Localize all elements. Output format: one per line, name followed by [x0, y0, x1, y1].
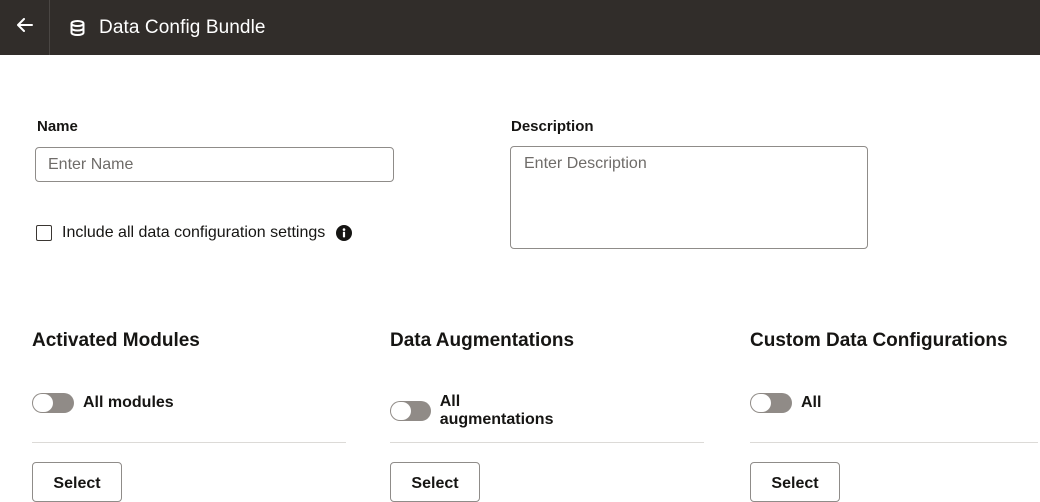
section-title: Custom Data Configurations — [750, 330, 1008, 351]
name-label: Name — [37, 118, 78, 135]
all-modules-toggle[interactable] — [32, 393, 74, 413]
name-input[interactable] — [35, 147, 394, 182]
all-augmentations-toggle[interactable] — [390, 401, 431, 421]
database-icon — [70, 19, 85, 36]
section-title: Activated Modules — [32, 330, 200, 351]
all-custom-label: All — [801, 394, 822, 411]
include-all-checkbox[interactable] — [36, 225, 52, 241]
all-modules-toggle-row: All modules — [32, 393, 174, 413]
description-label: Description — [511, 118, 594, 135]
all-modules-label: All modules — [83, 394, 174, 411]
section-title: Data Augmentations — [390, 330, 575, 351]
select-augmentations-button[interactable]: Select — [390, 462, 480, 502]
info-icon[interactable] — [336, 225, 353, 241]
all-augmentations-toggle-row: All augmentations — [390, 393, 574, 429]
include-all-label[interactable]: Include all data configuration settings — [62, 224, 325, 242]
divider — [750, 442, 1038, 443]
all-augmentations-label: All augmentations — [439, 393, 554, 428]
data-augmentations-section: Data Augmentations All augmentations Sel… — [390, 330, 704, 502]
arrow-left-icon — [16, 18, 33, 37]
custom-data-configurations-section: Custom Data Configurations All Select — [750, 330, 1038, 502]
description-input[interactable] — [510, 146, 868, 249]
include-all-row: Include all data configuration settings — [36, 224, 353, 242]
select-modules-button[interactable]: Select — [32, 462, 122, 502]
select-custom-button[interactable]: Select — [750, 462, 840, 502]
page-title: Data Config Bundle — [99, 16, 266, 38]
activated-modules-section: Activated Modules All modules Select — [32, 330, 346, 502]
all-custom-toggle[interactable] — [750, 393, 792, 413]
back-button[interactable] — [0, 0, 50, 55]
divider — [390, 442, 704, 443]
all-custom-toggle-row: All — [750, 393, 821, 413]
divider — [32, 442, 346, 443]
header-bar: Data Config Bundle — [0, 0, 1040, 55]
